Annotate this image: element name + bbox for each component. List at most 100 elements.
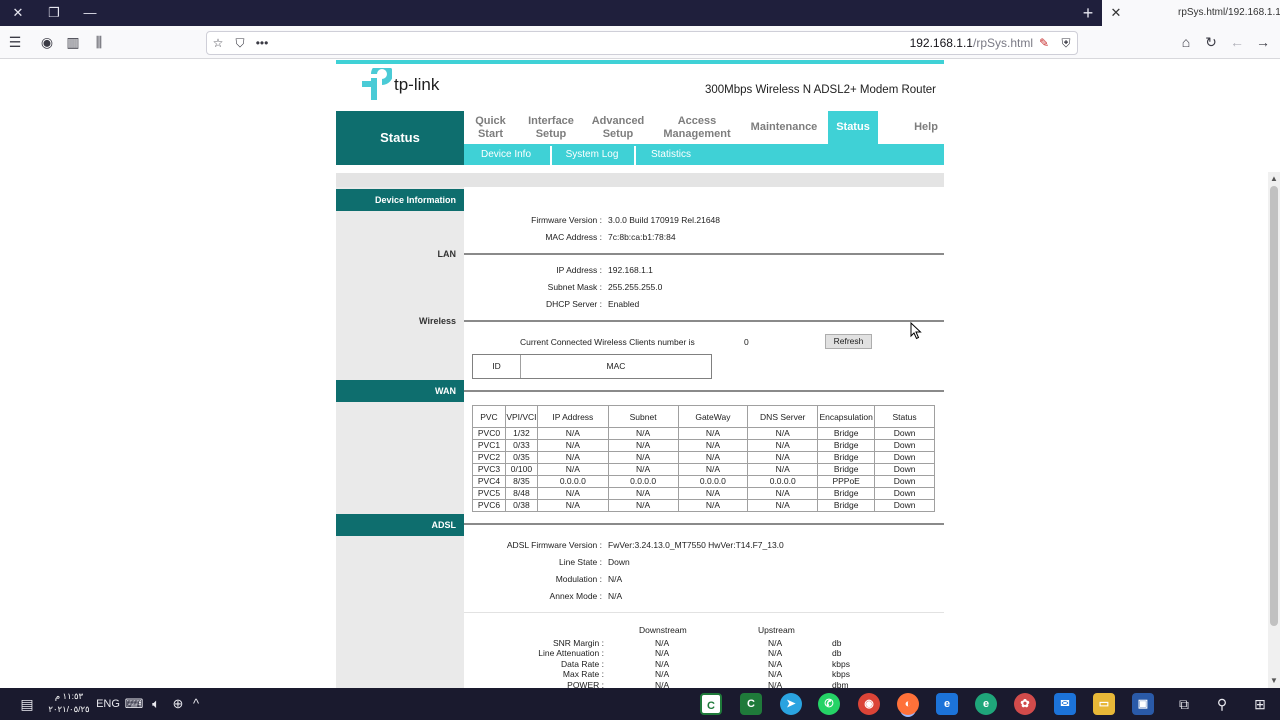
- file-explorer-icon[interactable]: ▭: [1093, 693, 1115, 715]
- telegram-icon[interactable]: ➤: [780, 693, 802, 715]
- adsl-stat-unit: dbm: [832, 679, 849, 688]
- table-cell: Down: [874, 487, 935, 500]
- submenu-statistics[interactable]: Statistics: [636, 144, 706, 165]
- home-icon[interactable]: ⌂: [1175, 26, 1197, 59]
- adsl-firmware-row: ADSL Firmware Version : FwVer:3.24.13.0_…: [464, 540, 944, 554]
- clock-date: ٢٠٢١/٠٥/٢٥: [48, 704, 90, 714]
- task-view-icon[interactable]: ⧉: [1172, 688, 1196, 720]
- table-cell: Bridge: [817, 499, 876, 512]
- submenu-device-info[interactable]: Device Info: [464, 144, 548, 165]
- menu-help[interactable]: Help: [902, 111, 950, 144]
- insecure-connection-icon[interactable]: ✎: [1035, 32, 1053, 54]
- menu-advanced-setup[interactable]: Advanced Setup: [585, 111, 651, 144]
- menu-access-management[interactable]: Access Management: [656, 111, 738, 144]
- bookmark-star-icon[interactable]: ☆: [209, 32, 227, 54]
- sidebar-icon[interactable]: ▥: [62, 26, 84, 59]
- volume-icon[interactable]: 🔈︎: [146, 688, 166, 720]
- store-icon[interactable]: ▣: [1132, 693, 1154, 715]
- scroll-up-icon[interactable]: ▲: [1268, 172, 1280, 186]
- wireless-clients-count: 0: [744, 337, 749, 347]
- table-header: IP Address: [536, 405, 609, 428]
- system-clock[interactable]: ١١:٥٣ م ٢٠٢١/٠٥/٢٥: [44, 690, 94, 716]
- firefox-icon[interactable]: ◐: [897, 693, 919, 715]
- table-cell: PVC3: [472, 463, 506, 476]
- tp-link-logo-icon: [362, 68, 392, 100]
- table-cell: N/A: [536, 439, 609, 452]
- table-cell: N/A: [607, 451, 679, 464]
- chrome-icon[interactable]: ◉: [858, 693, 880, 715]
- pocket-icon[interactable]: ⛉: [231, 32, 249, 54]
- adsl-firmware-value: FwVer:3.24.13.0_MT7550 HwVer:T14.F7_13.0: [608, 540, 784, 550]
- table-cell: 0.0.0.0: [747, 475, 819, 488]
- tray-expand-icon[interactable]: ^: [186, 688, 206, 720]
- network-icon[interactable]: ⊕: [168, 688, 188, 720]
- mouse-cursor-icon: [910, 322, 922, 340]
- whatsapp-icon[interactable]: ✆: [818, 693, 840, 715]
- scrollbar-thumb[interactable]: [1270, 186, 1278, 626]
- table-header: Subnet: [607, 405, 679, 428]
- close-window-icon[interactable]: ✕: [0, 0, 36, 26]
- minimize-window-icon[interactable]: —: [72, 0, 108, 26]
- page-viewport: tp-link 300Mbps Wireless N ADSL2+ Modem …: [0, 60, 1268, 688]
- internet-explorer-icon[interactable]: e: [936, 693, 958, 715]
- upstream-header: Upstream: [758, 625, 795, 635]
- account-icon[interactable]: ◉: [36, 26, 58, 59]
- table-cell: N/A: [677, 487, 749, 500]
- adsl-stat-unit: db: [832, 648, 842, 659]
- mail-icon[interactable]: ✉: [1054, 693, 1076, 715]
- adsl-stat-label: Max Rate :: [562, 669, 604, 680]
- vertical-scrollbar[interactable]: ▲ ▼: [1268, 172, 1280, 688]
- language-indicator[interactable]: ENG: [96, 688, 120, 720]
- close-tab-icon[interactable]: ✕: [1106, 0, 1126, 26]
- adsl-stat-unit: kbps: [832, 669, 850, 680]
- menu-status[interactable]: Status: [828, 111, 878, 144]
- adsl-stat-down: N/A: [655, 679, 670, 688]
- menu-maintenance[interactable]: Maintenance: [744, 111, 824, 144]
- new-tab-icon[interactable]: +: [1070, 0, 1106, 26]
- keyboard-icon[interactable]: ⌨: [124, 688, 144, 720]
- address-bar[interactable]: ☆ ⛉ ••• 192.168.1.1/rpSys.html ✎ ⛨: [206, 31, 1078, 55]
- menu-interface-setup[interactable]: Interface Setup: [521, 111, 581, 144]
- library-icon[interactable]: ⫼: [88, 26, 110, 59]
- modulation-row: Modulation : N/A: [464, 574, 944, 588]
- table-row: PVC4 8/35 0.0.0.0 0.0.0.0 0.0.0.0 0.0.0.0 PPPo…: [472, 475, 935, 488]
- camtasia-editor-icon[interactable]: C: [740, 693, 762, 715]
- start-windows-icon[interactable]: ⊞: [1248, 688, 1272, 720]
- table-cell: N/A: [536, 487, 609, 500]
- adsl-stat-up: N/A: [768, 638, 783, 648]
- paint-icon[interactable]: ✿: [1014, 693, 1036, 715]
- shield-icon[interactable]: ⛨: [1057, 32, 1075, 54]
- table-cell: 0/38: [504, 499, 538, 512]
- scroll-down-icon[interactable]: ▼: [1268, 674, 1280, 688]
- refresh-button[interactable]: Refresh: [825, 334, 872, 349]
- dhcp-row: DHCP Server : Enabled: [464, 299, 944, 313]
- adsl-stat-row: Line Attenuation : N/A N/A db: [464, 648, 944, 658]
- restore-window-icon[interactable]: ❐: [36, 0, 72, 26]
- search-icon[interactable]: ⚲: [1210, 688, 1234, 720]
- table-cell: 0/35: [504, 451, 538, 464]
- submenu-system-log[interactable]: System Log: [552, 144, 632, 165]
- dhcp-label: DHCP Server :: [545, 299, 602, 309]
- url-text: 192.168.1.1/rpSys.html: [910, 32, 1033, 54]
- divider: [464, 612, 944, 613]
- back-icon[interactable]: ←: [1226, 26, 1248, 59]
- menu-quick-start[interactable]: Quick Start: [464, 111, 517, 144]
- adsl-stat-label: Line Attenuation :: [538, 648, 604, 659]
- table-cell: PVC1: [472, 439, 506, 452]
- menu-icon[interactable]: ☰: [4, 26, 26, 59]
- table-cell: Bridge: [817, 487, 876, 500]
- forward-icon[interactable]: →: [1252, 26, 1274, 59]
- ip-row: IP Address : 192.168.1.1: [464, 265, 944, 279]
- browser-tab[interactable]: ✕ rpSys.html/192.168.1.1: [1102, 0, 1280, 26]
- reload-icon[interactable]: ↻: [1200, 26, 1222, 59]
- table-cell: N/A: [677, 451, 749, 464]
- table-cell: Down: [874, 439, 935, 452]
- router-model: 300Mbps Wireless N ADSL2+ Modem Router: [704, 84, 936, 96]
- notification-icon[interactable]: ▤: [16, 688, 38, 720]
- table-cell: Bridge: [817, 427, 876, 440]
- divider: [464, 523, 944, 525]
- camtasia-recorder-icon[interactable]: C: [700, 693, 722, 715]
- edge-icon[interactable]: e: [975, 693, 997, 715]
- page-actions-icon[interactable]: •••: [253, 32, 271, 54]
- adsl-stat-down: N/A: [655, 638, 670, 648]
